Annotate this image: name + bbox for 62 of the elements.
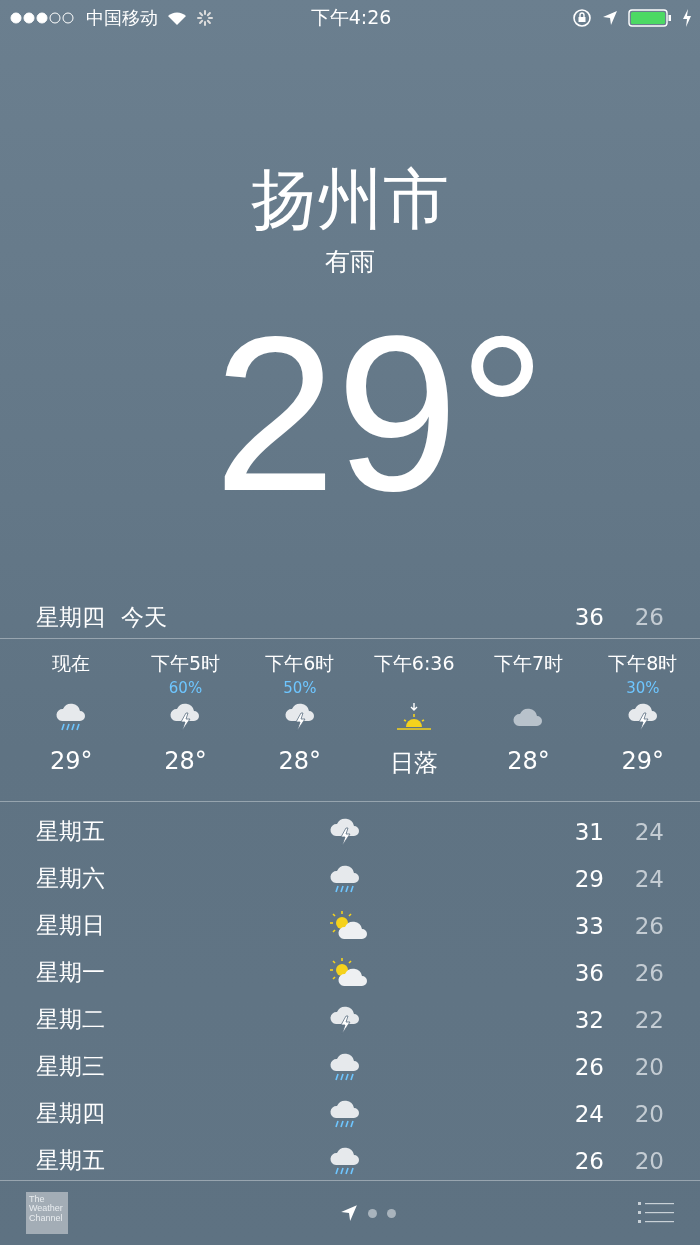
high-temperature: 26 xyxy=(573,1053,604,1080)
low-temperature: 26 xyxy=(633,959,664,986)
spinner-icon xyxy=(196,9,214,27)
low-temperature: 24 xyxy=(633,818,664,845)
current-temperature: 29° xyxy=(212,303,547,524)
high-temperature: 26 xyxy=(573,1147,604,1174)
weekday-label: 星期日 xyxy=(36,911,106,940)
precipitation-chance: 60% xyxy=(168,679,203,697)
hour-temperature: 28° xyxy=(164,747,207,775)
hour-temperature: 29° xyxy=(49,747,93,775)
low-temperature: 26 xyxy=(633,912,664,939)
wifi-icon xyxy=(166,10,188,26)
hour-label: 下午6时 xyxy=(265,651,335,676)
weekday-label: 星期四 xyxy=(36,602,105,632)
hour-label: 现在 xyxy=(52,651,91,676)
high-temperature: 36 xyxy=(573,959,604,986)
location-page-icon[interactable] xyxy=(340,1204,358,1222)
hour-temperature: 28° xyxy=(507,747,550,775)
hour-label: 下午5时 xyxy=(150,651,221,676)
rotation-lock-icon xyxy=(572,8,592,28)
location-arrow-icon xyxy=(602,10,618,26)
low-temperature: 26 xyxy=(633,604,664,630)
city-name: 扬州市 xyxy=(251,164,449,237)
weekday-label: 星期五 xyxy=(36,817,106,846)
list-icon[interactable] xyxy=(638,1202,674,1224)
low-temperature: 20 xyxy=(633,1100,664,1127)
hour-label: 下午8时 xyxy=(608,651,678,676)
high-temperature: 32 xyxy=(573,1006,604,1033)
precipitation-chance: 30% xyxy=(626,679,660,697)
high-temperature: 24 xyxy=(573,1100,604,1127)
weather-channel-logo[interactable]: The Weather Channel xyxy=(26,1192,68,1234)
high-temperature: 36 xyxy=(573,604,604,630)
hour-label: 下午7时 xyxy=(493,651,564,676)
high-temperature: 31 xyxy=(573,818,604,845)
status-time: 下午4:26 xyxy=(310,5,392,30)
weekday-label: 星期五 xyxy=(36,1146,106,1175)
low-temperature: 20 xyxy=(633,1147,664,1174)
charging-icon xyxy=(682,9,692,27)
low-temperature: 20 xyxy=(633,1053,664,1080)
weekday-label: 星期四 xyxy=(36,1099,106,1128)
low-temperature: 24 xyxy=(633,865,664,892)
hour-temperature: 日落 xyxy=(390,748,439,779)
hour-temperature: 28° xyxy=(278,747,322,775)
sun-cloud-icon xyxy=(328,956,370,989)
low-temperature: 22 xyxy=(633,1006,664,1033)
carrier-name: 中国移动 xyxy=(86,6,158,30)
weekday-label: 星期三 xyxy=(36,1052,106,1081)
weekday-label: 星期二 xyxy=(36,1005,106,1034)
page-dot[interactable] xyxy=(387,1208,396,1218)
today-label: 今天 xyxy=(121,602,167,632)
page-dot[interactable] xyxy=(368,1208,377,1218)
weekday-label: 星期六 xyxy=(36,864,106,893)
hour-temperature: 29° xyxy=(621,747,665,775)
high-temperature: 29 xyxy=(573,865,604,892)
high-temperature: 33 xyxy=(573,912,604,939)
precipitation-chance: 50% xyxy=(283,679,317,697)
weather-condition: 有雨 xyxy=(325,245,375,278)
hour-label: 下午6:36 xyxy=(373,651,455,676)
sunset-icon xyxy=(395,702,434,732)
weekday-label: 星期一 xyxy=(36,958,106,987)
battery-icon xyxy=(628,9,672,27)
sun-cloud-icon xyxy=(328,909,370,942)
